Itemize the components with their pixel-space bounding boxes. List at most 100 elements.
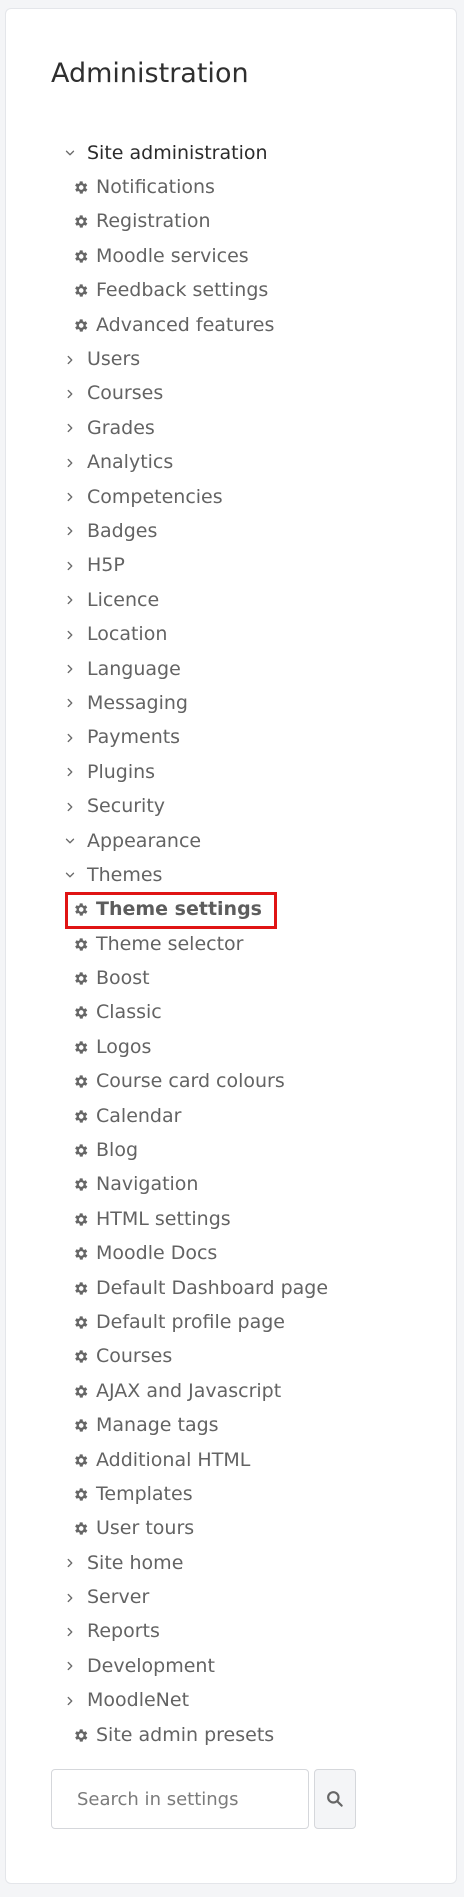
gear-icon	[71, 1520, 89, 1538]
tree-setting-item[interactable]: Additional HTML	[6, 1443, 456, 1477]
gear-icon	[71, 1382, 89, 1400]
gear-icon	[71, 1142, 89, 1160]
tree-setting-item[interactable]: Course card colours	[6, 1065, 456, 1099]
tree-branch-item[interactable]: Users	[6, 342, 456, 376]
chevron-right-icon	[61, 1589, 78, 1606]
tree-setting-item[interactable]: User tours	[6, 1512, 456, 1546]
setting-label: Theme settings	[96, 898, 262, 921]
gear-icon	[71, 247, 89, 265]
tree-branch-item[interactable]: Analytics	[6, 446, 456, 480]
tree-setting-item[interactable]: Classic	[6, 996, 456, 1030]
tree-branch-item[interactable]: Server	[6, 1580, 456, 1614]
tree-branch-item[interactable]: Security	[6, 789, 456, 823]
tree-setting-item[interactable]: Templates	[6, 1477, 456, 1511]
setting-label: Blog	[96, 1139, 138, 1162]
tree-setting-item[interactable]: Registration	[6, 205, 456, 239]
setting-label: Moodle services	[96, 244, 249, 267]
gear-icon	[71, 901, 89, 919]
settings-search	[51, 1769, 356, 1829]
tree-setting-item[interactable]: Navigation	[6, 1168, 456, 1202]
tree-branch-item[interactable]: Payments	[6, 721, 456, 755]
tree-setting-item[interactable]: Manage tags	[6, 1408, 456, 1442]
search-input[interactable]	[51, 1769, 309, 1829]
tree-branch-item[interactable]: Messaging	[6, 686, 456, 720]
gear-icon	[71, 282, 89, 300]
gear-icon	[71, 1073, 89, 1091]
chevron-right-icon	[61, 592, 78, 609]
administration-panel: Administration Site administration Notifi…	[5, 8, 457, 1884]
branch-label: Payments	[87, 726, 181, 749]
chevron-right-icon	[61, 1555, 78, 1572]
tree-setting-item[interactable]: Blog	[6, 1133, 456, 1167]
branch-label: Grades	[87, 416, 155, 439]
tree-setting-item[interactable]: Boost	[6, 961, 456, 995]
tree-setting-item[interactable]: Default profile page	[6, 1305, 456, 1339]
setting-label: Manage tags	[96, 1414, 219, 1437]
tree-branch-item[interactable]: Badges	[6, 514, 456, 548]
setting-label: Logos	[96, 1035, 152, 1058]
chevron-right-icon	[61, 661, 78, 678]
branch-label: Badges	[87, 519, 158, 542]
tree-setting-item[interactable]: Site admin presets	[6, 1718, 456, 1752]
branch-label: Server	[87, 1586, 150, 1609]
chevron-right-icon	[61, 729, 78, 746]
tree-branch-item[interactable]: MoodleNet	[6, 1684, 456, 1718]
branch-label: Messaging	[87, 691, 188, 714]
tree-setting-item[interactable]: Moodle services	[6, 239, 456, 273]
chevron-right-icon	[61, 1658, 78, 1675]
chevron-right-icon	[61, 1692, 78, 1709]
tree-branch-item[interactable]: Themes	[6, 858, 456, 892]
setting-label: Classic	[96, 1001, 162, 1024]
setting-label: Feedback settings	[96, 279, 269, 302]
branch-label: Analytics	[87, 451, 174, 474]
gear-icon	[71, 935, 89, 953]
setting-label: Calendar	[96, 1104, 182, 1127]
tree-branch-item[interactable]: Language	[6, 652, 456, 686]
tree-branch-item[interactable]: H5P	[6, 549, 456, 583]
tree-setting-item[interactable]: Theme settings	[6, 891, 456, 929]
tree-setting-item[interactable]: Notifications	[6, 170, 456, 204]
tree-branch-item[interactable]: Competencies	[6, 480, 456, 514]
tree-setting-item[interactable]: Moodle Docs	[6, 1237, 456, 1271]
search-button[interactable]	[314, 1769, 356, 1829]
tree-setting-item[interactable]: Courses	[6, 1340, 456, 1374]
gear-icon	[71, 1726, 89, 1744]
chevron-right-icon	[61, 489, 78, 506]
tree-branch-item[interactable]: Courses	[6, 377, 456, 411]
chevron-right-icon	[61, 626, 78, 643]
gear-icon	[71, 1004, 89, 1022]
tree-setting-item[interactable]: Feedback settings	[6, 274, 456, 308]
tree-branch-item[interactable]: Reports	[6, 1615, 456, 1649]
tree-branch-item[interactable]: Plugins	[6, 755, 456, 789]
setting-label: Site admin presets	[96, 1723, 275, 1746]
tree-setting-item[interactable]: Advanced features	[6, 308, 456, 342]
gear-icon	[71, 1279, 89, 1297]
tree-branch-item[interactable]: Site home	[6, 1546, 456, 1580]
tree-branch-item[interactable]: Licence	[6, 583, 456, 617]
tree-branch-item[interactable]: Site administration	[6, 136, 456, 170]
chevron-right-icon	[61, 557, 78, 574]
branch-label: Language	[87, 657, 181, 680]
tree-setting-item[interactable]: Logos	[6, 1030, 456, 1064]
admin-tree: Site administration Notifications Registra…	[6, 136, 456, 1752]
chevron-down-icon	[61, 145, 78, 162]
tree-branch-item[interactable]: Grades	[6, 411, 456, 445]
tree-setting-item[interactable]: Theme selector	[6, 927, 456, 961]
tree-setting-item[interactable]: HTML settings	[6, 1202, 456, 1236]
chevron-right-icon	[61, 764, 78, 781]
tree-branch-item[interactable]: Appearance	[6, 824, 456, 858]
tree-setting-item[interactable]: Default Dashboard page	[6, 1271, 456, 1305]
gear-icon	[71, 1417, 89, 1435]
gear-icon	[71, 1313, 89, 1331]
branch-label: Courses	[87, 382, 164, 405]
setting-label: Default Dashboard page	[96, 1276, 329, 1299]
tree-setting-item[interactable]: Calendar	[6, 1099, 456, 1133]
tree-branch-item[interactable]: Location	[6, 617, 456, 651]
chevron-right-icon	[61, 798, 78, 815]
tree-setting-item[interactable]: AJAX and Javascript	[6, 1374, 456, 1408]
chevron-right-icon	[61, 454, 78, 471]
tree-branch-item[interactable]: Development	[6, 1649, 456, 1683]
branch-label: Development	[87, 1654, 215, 1677]
gear-icon	[71, 1038, 89, 1056]
chevron-right-icon	[61, 385, 78, 402]
